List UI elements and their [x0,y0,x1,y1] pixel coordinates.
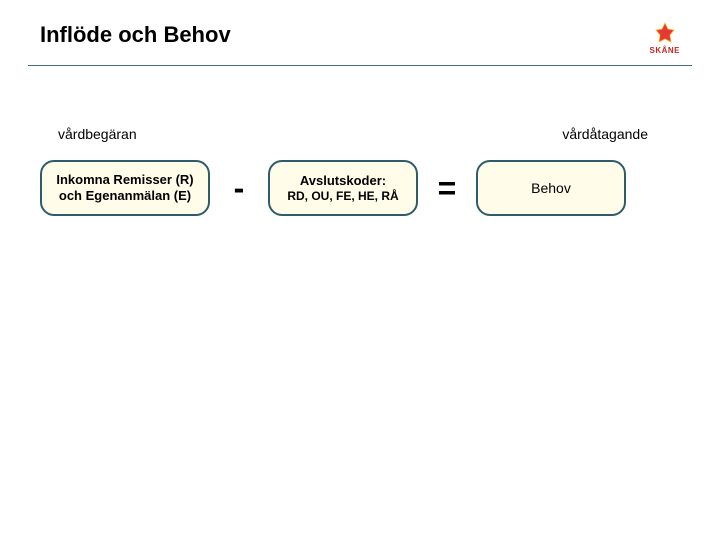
page-title: Inflöde och Behov [40,22,231,48]
box-behov: Behov [476,160,626,216]
box2-line2: RD, OU, FE, HE, RÅ [287,189,398,203]
box1-line1: Inkomna Remisser (R) [56,172,193,188]
region-skane-logo: SKÅNE [649,22,680,55]
label-vardatagande: vårdåtagande [562,126,648,142]
box1-line2: och Egenanmälan (E) [59,188,191,204]
label-vardbegaran: vårdbegäran [58,126,137,142]
equation-row: Inkomna Remisser (R) och Egenanmälan (E)… [0,142,720,216]
operator-minus: - [224,170,254,207]
box3-text: Behov [531,180,571,196]
box-avslutskoder: Avslutskoder: RD, OU, FE, HE, RÅ [268,160,418,216]
logo-icon [654,22,676,44]
box-inkomna-remisser: Inkomna Remisser (R) och Egenanmälan (E) [40,160,210,216]
header: Inflöde och Behov SKÅNE [0,0,720,65]
box2-line1: Avslutskoder: [300,173,386,189]
logo-text: SKÅNE [649,46,680,55]
labels-row: vårdbegäran vårdåtagande [0,66,720,142]
operator-equals: = [432,170,462,207]
